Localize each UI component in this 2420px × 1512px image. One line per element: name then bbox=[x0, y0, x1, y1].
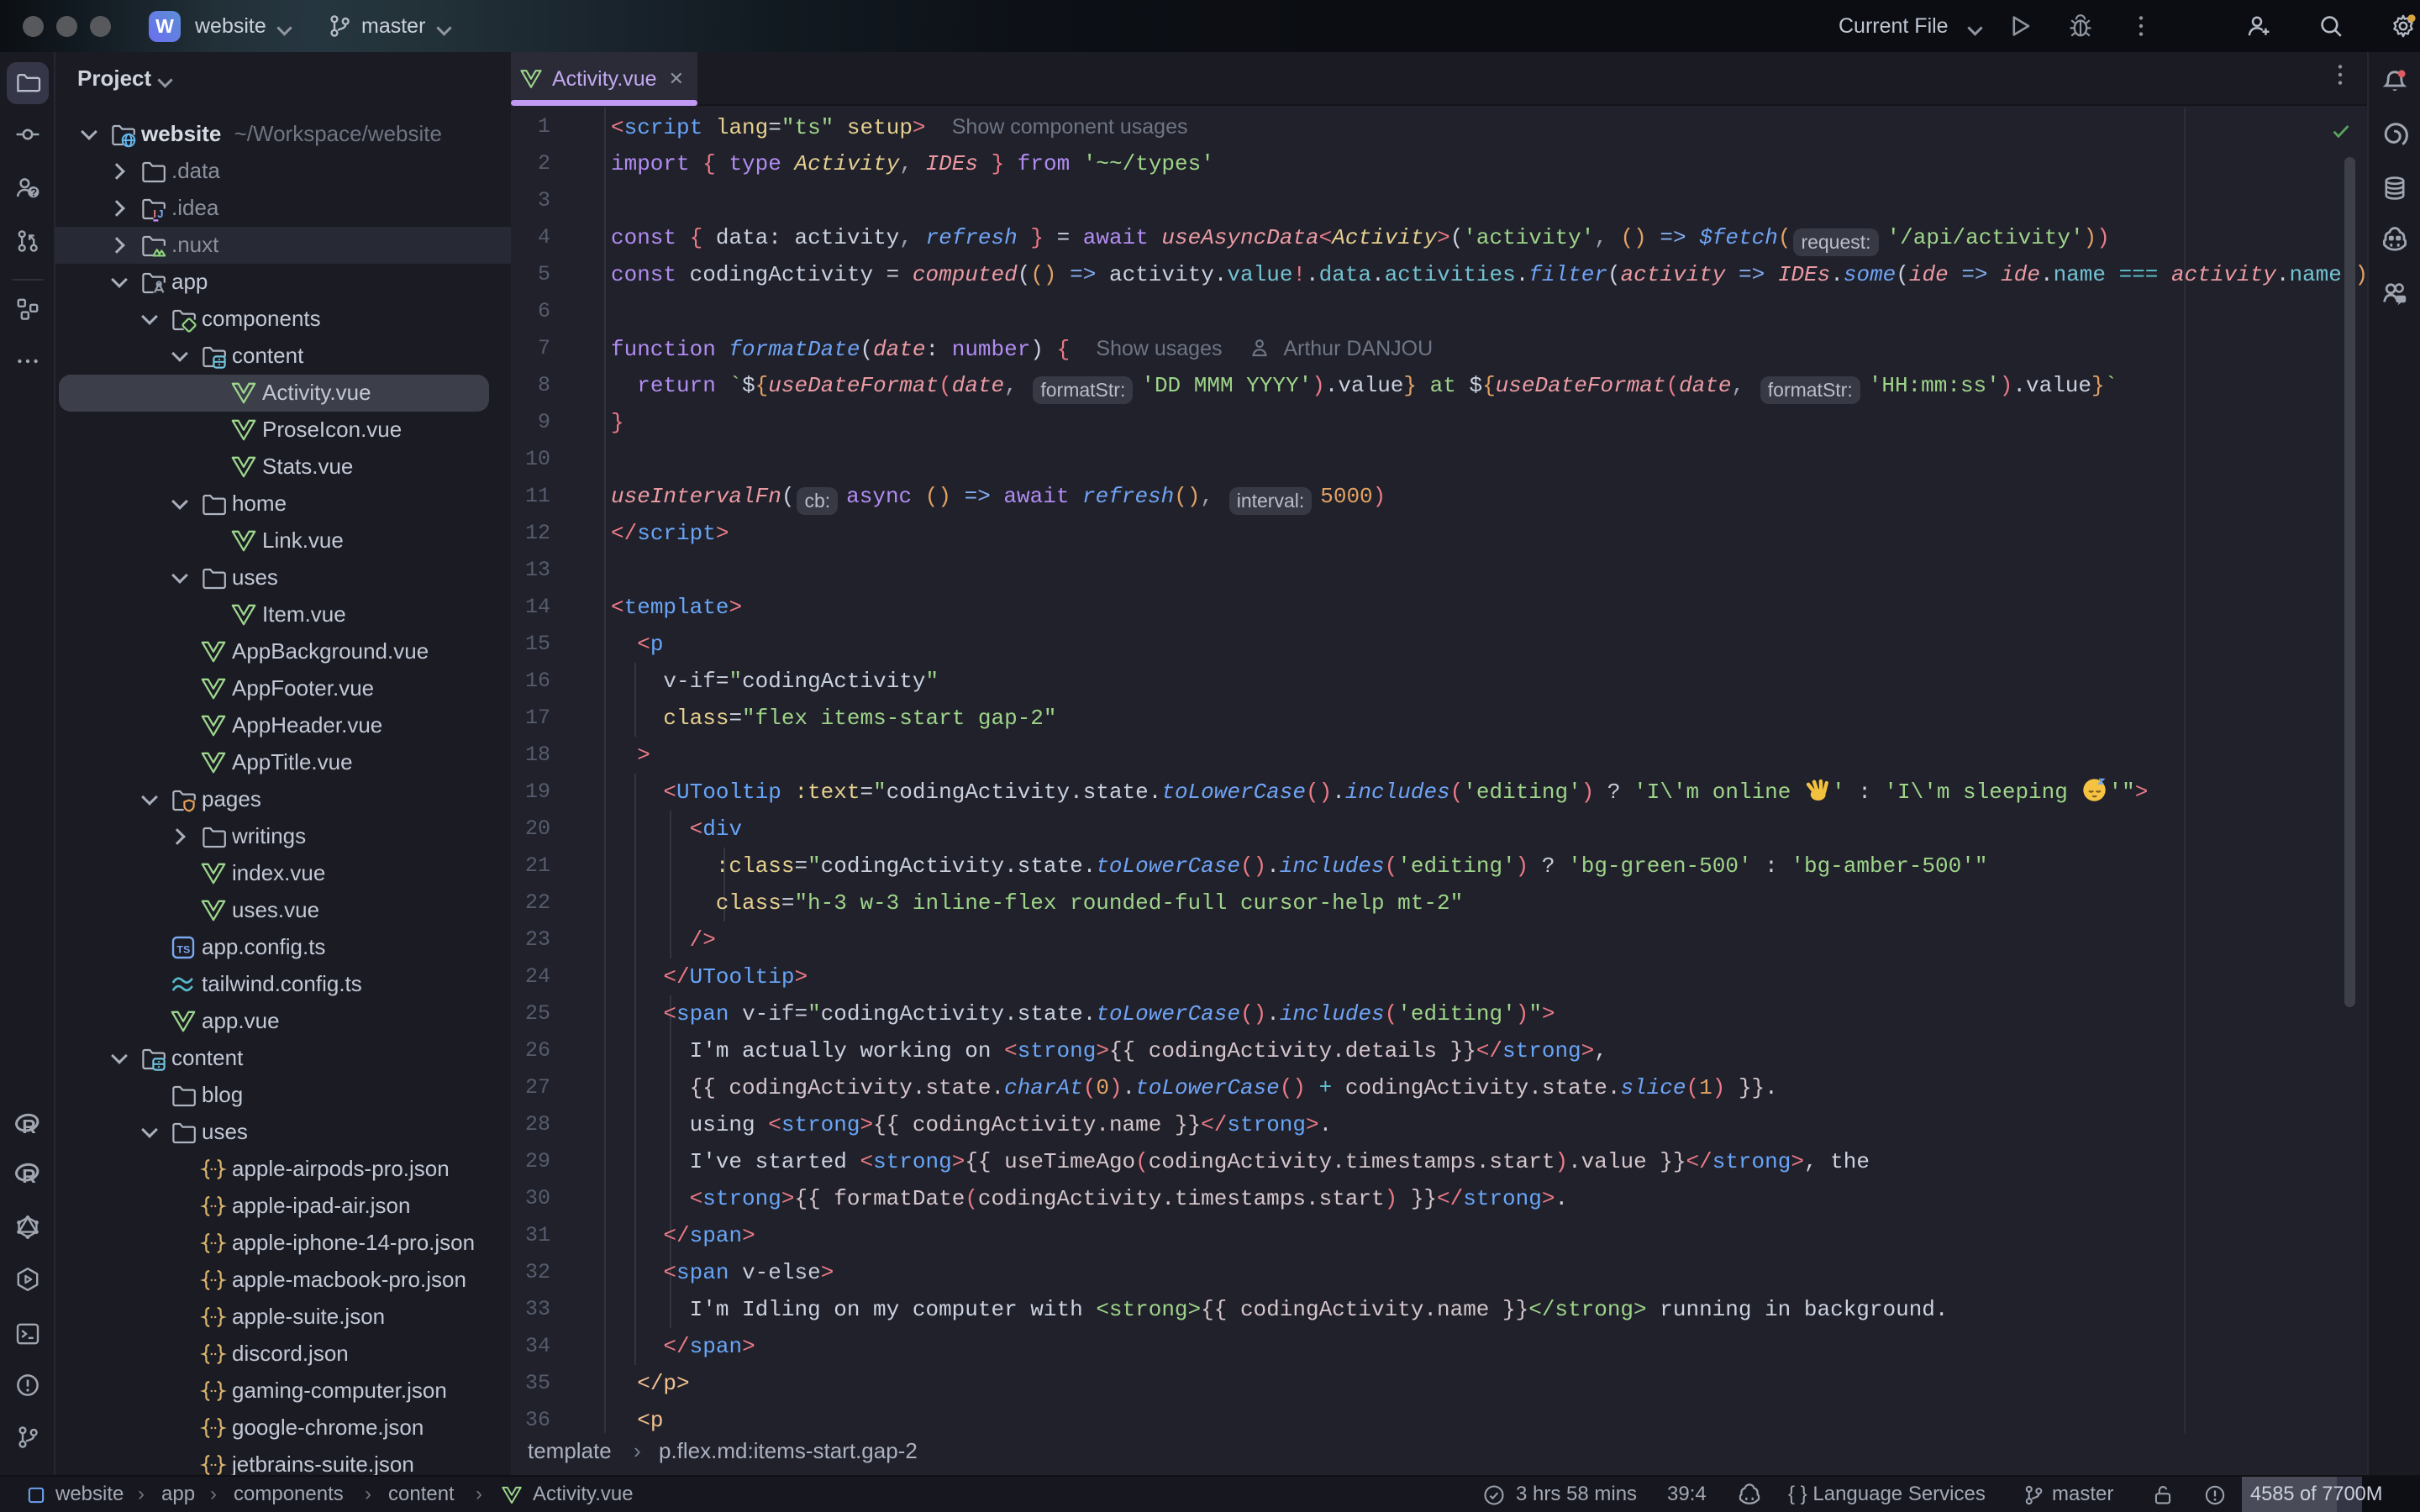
svg-text:?: ? bbox=[30, 186, 37, 198]
svg-text:R: R bbox=[22, 1165, 36, 1187]
svg-text:I: I bbox=[153, 207, 156, 220]
svg-text:J: J bbox=[157, 207, 163, 220]
svg-text:R: R bbox=[22, 1116, 36, 1137]
svg-text:TS: TS bbox=[176, 943, 190, 955]
